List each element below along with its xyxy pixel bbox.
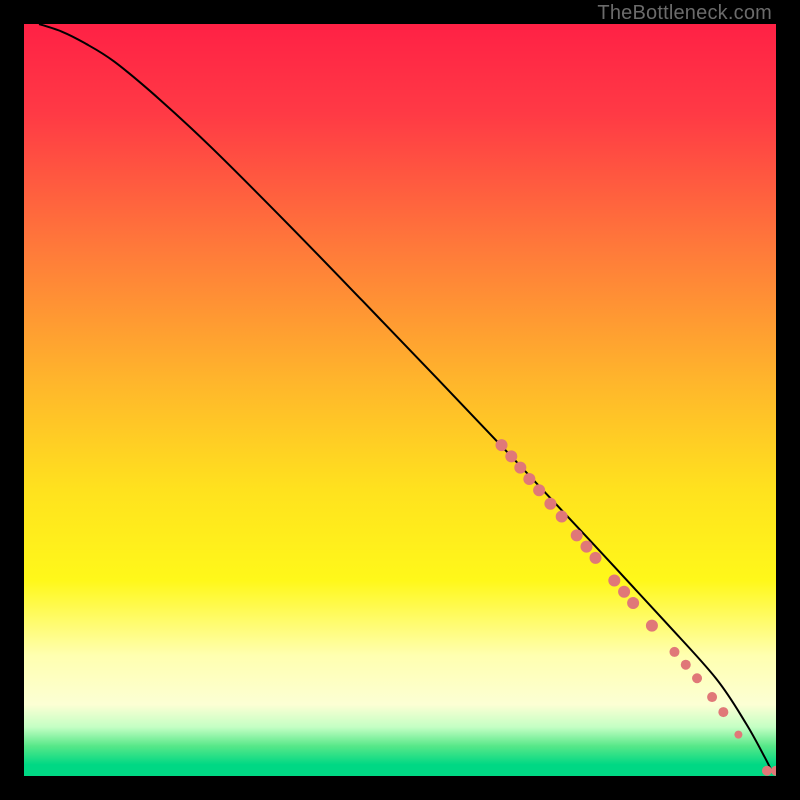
data-marker [618,586,630,598]
data-marker [533,484,545,496]
data-marker [608,574,620,586]
data-marker [514,462,526,474]
data-marker [762,766,772,776]
data-marker [556,511,568,523]
data-marker [571,529,583,541]
data-marker [523,473,535,485]
data-marker [580,541,592,553]
data-marker [669,647,679,657]
data-marker [496,439,508,451]
data-marker [692,673,702,683]
data-marker [590,552,602,564]
watermark-text: TheBottleneck.com [597,2,772,25]
data-marker [544,498,556,510]
gradient-background [24,24,776,776]
data-marker [718,707,728,717]
bottleneck-chart [24,24,776,776]
data-marker [505,450,517,462]
data-marker [707,692,717,702]
data-marker [627,597,639,609]
data-marker [681,660,691,670]
data-marker [646,620,658,632]
data-marker [734,731,742,739]
chart-frame [24,24,776,776]
